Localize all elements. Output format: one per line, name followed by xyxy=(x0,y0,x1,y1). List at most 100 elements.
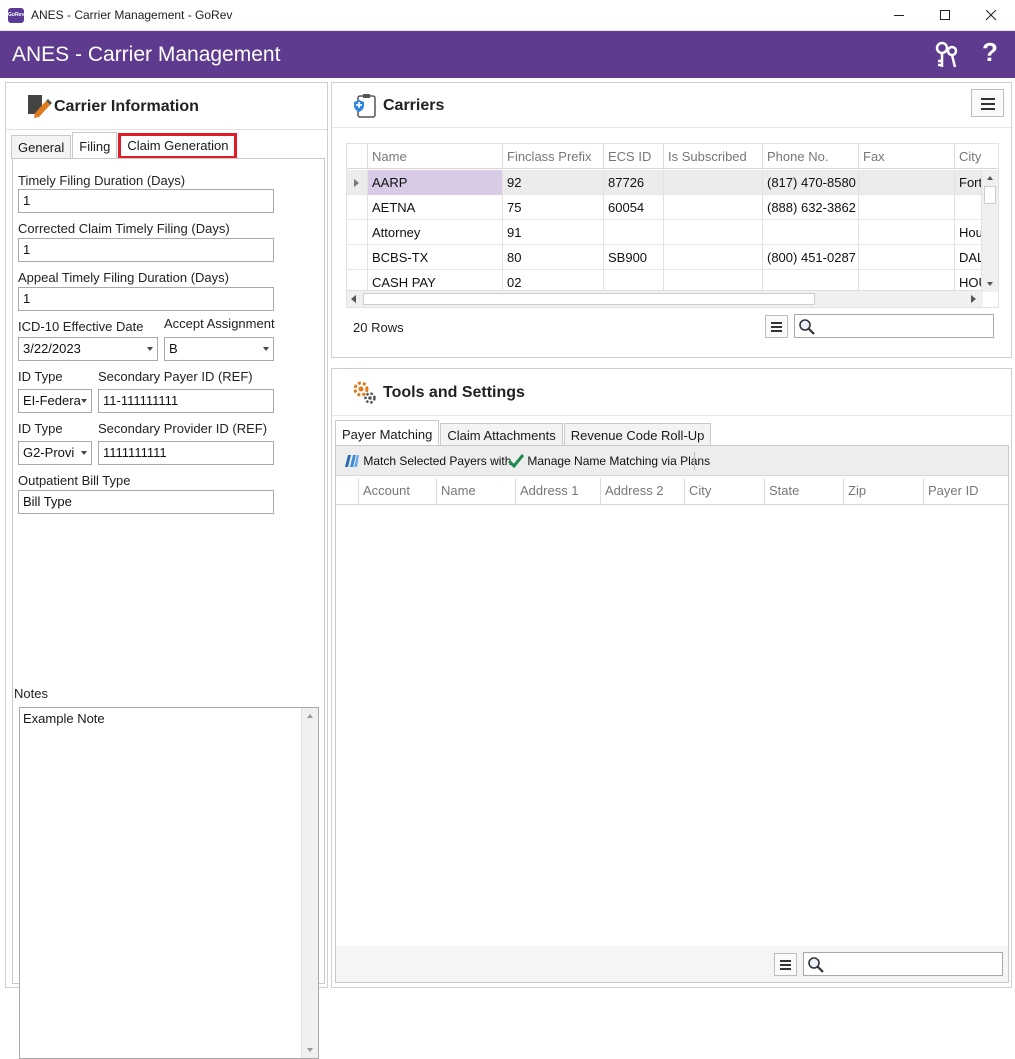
arrow-down-icon xyxy=(307,1048,313,1052)
cell-is-subscribed[interactable] xyxy=(663,245,762,270)
cell-ecs-id[interactable]: 60054 xyxy=(603,195,663,220)
scroll-down-button[interactable] xyxy=(982,276,998,292)
carriers-horizontal-scrollbar[interactable] xyxy=(347,290,983,307)
cell-finclass-prefix[interactable]: 75 xyxy=(502,195,603,220)
outpatient-bill-type-input[interactable]: Bill Type xyxy=(18,490,274,514)
arrow-left-icon[interactable] xyxy=(351,295,357,303)
arrow-right-icon[interactable] xyxy=(971,295,977,303)
column-header-name[interactable]: Name xyxy=(436,478,515,504)
minimize-button[interactable] xyxy=(876,0,922,31)
carriers-menu-button[interactable] xyxy=(971,89,1004,117)
manage-name-matching-button[interactable]: Manage Name Matching via Plans xyxy=(507,454,710,469)
cell-ecs-id[interactable]: 87726 xyxy=(603,170,663,195)
tab-revenue-code-rollup[interactable]: Revenue Code Roll-Up xyxy=(563,423,712,447)
cell-ecs-id[interactable] xyxy=(603,220,663,245)
id-type-value-2: G2-Provi xyxy=(23,445,75,460)
column-header-zip[interactable]: Zip xyxy=(843,478,923,504)
minimize-icon xyxy=(894,15,904,16)
notes-scrollbar[interactable] xyxy=(301,708,318,1058)
column-header-is-subscribed[interactable]: Is Subscribed xyxy=(663,144,762,169)
scroll-thumb[interactable] xyxy=(984,186,996,204)
tab-claim-attachments[interactable]: Claim Attachments xyxy=(440,423,563,447)
cell-is-subscribed[interactable] xyxy=(663,220,762,245)
tab-claim-generation[interactable]: Claim Generation xyxy=(118,133,238,159)
gorev-app-icon: GoRev xyxy=(8,8,24,23)
help-button[interactable]: ? xyxy=(982,37,998,68)
cell-name[interactable]: AETNA xyxy=(367,195,502,220)
table-row[interactable]: AETNA 75 60054 (888) 632-3862 xyxy=(347,195,983,220)
scroll-up-button[interactable] xyxy=(982,170,998,186)
cell-phone[interactable] xyxy=(762,220,858,245)
cell-name[interactable]: BCBS-TX xyxy=(367,245,502,270)
medical-clipboard-icon xyxy=(354,94,376,118)
corrected-claim-label: Corrected Claim Timely Filing (Days) xyxy=(18,221,230,236)
cell-is-subscribed[interactable] xyxy=(663,170,762,195)
id-type-select-2[interactable]: G2-Provi xyxy=(18,441,92,465)
close-button[interactable] xyxy=(968,0,1014,31)
secondary-provider-id-input[interactable]: 1111111111 xyxy=(98,441,274,465)
table-row[interactable]: AARP 92 87726 (817) 470-8580 Fort xyxy=(347,170,983,195)
carriers-grid-options-button[interactable] xyxy=(765,315,788,338)
cell-city[interactable]: Hou xyxy=(954,220,983,245)
column-header-city[interactable]: City xyxy=(684,478,764,504)
cell-is-subscribed[interactable] xyxy=(663,195,762,220)
column-header-name[interactable]: Name xyxy=(367,144,502,169)
cell-city[interactable] xyxy=(954,195,983,220)
cell-phone[interactable]: (800) 451-0287 xyxy=(762,245,858,270)
timely-filing-input[interactable]: 1 xyxy=(18,189,274,213)
carriers-title: Carriers xyxy=(383,97,445,114)
cell-finclass-prefix[interactable]: 92 xyxy=(502,170,603,195)
column-header-ecs-id[interactable]: ECS ID xyxy=(603,144,663,169)
payer-grid-options-button[interactable] xyxy=(774,953,797,976)
cell-fax[interactable] xyxy=(858,220,954,245)
scroll-down-button[interactable] xyxy=(302,1042,318,1058)
cell-fax[interactable] xyxy=(858,170,954,195)
cell-name[interactable]: Attorney xyxy=(367,220,502,245)
scroll-up-button[interactable] xyxy=(302,708,318,724)
column-header-state[interactable]: State xyxy=(764,478,843,504)
scroll-thumb[interactable] xyxy=(363,293,815,305)
carriers-grid: Name Finclass Prefix ECS ID Is Subscribe… xyxy=(346,143,999,308)
corrected-claim-input[interactable]: 1 xyxy=(18,238,274,262)
match-selected-payers-button[interactable]: Match Selected Payers with xyxy=(344,454,511,468)
tab-payer-matching[interactable]: Payer Matching xyxy=(335,420,440,447)
chevron-down-icon xyxy=(147,347,153,351)
cell-name[interactable]: AARP xyxy=(367,170,502,195)
carriers-vertical-scrollbar[interactable] xyxy=(981,170,998,292)
table-row[interactable]: Attorney 91 Hou xyxy=(347,220,983,245)
cell-phone[interactable]: (817) 470-8580 xyxy=(762,170,858,195)
id-type-select[interactable]: EI-Federa xyxy=(18,389,92,413)
column-header-account[interactable]: Account xyxy=(358,478,436,504)
column-header-payer-id[interactable]: Payer ID xyxy=(923,478,1008,504)
table-row[interactable]: BCBS-TX 80 SB900 (800) 451-0287 DAL xyxy=(347,245,983,270)
column-header-address-1[interactable]: Address 1 xyxy=(515,478,600,504)
carriers-search-input[interactable] xyxy=(794,314,994,338)
secondary-payer-id-input[interactable]: 11-111111111 xyxy=(98,389,274,413)
menu-icon-line xyxy=(981,103,995,105)
cell-finclass-prefix[interactable]: 80 xyxy=(502,245,603,270)
payer-search-input[interactable] xyxy=(803,952,1003,976)
column-header-fax[interactable]: Fax xyxy=(858,144,954,169)
payer-matching-tab-content: Match Selected Payers with Manage Name M… xyxy=(335,445,1009,983)
cell-ecs-id[interactable]: SB900 xyxy=(603,245,663,270)
maximize-button[interactable] xyxy=(922,0,968,31)
column-header-phone-no[interactable]: Phone No. xyxy=(762,144,858,169)
cell-phone[interactable]: (888) 632-3862 xyxy=(762,195,858,220)
cell-city[interactable]: Fort xyxy=(954,170,983,195)
appeal-filing-input[interactable]: 1 xyxy=(18,287,274,311)
notes-textarea[interactable]: Example Note xyxy=(19,707,319,1059)
cell-fax[interactable] xyxy=(858,195,954,220)
cell-city[interactable]: DAL xyxy=(954,245,983,270)
cell-fax[interactable] xyxy=(858,245,954,270)
accept-assignment-select[interactable]: B xyxy=(164,337,274,361)
column-header-finclass-prefix[interactable]: Finclass Prefix xyxy=(502,144,603,169)
payer-matching-footer xyxy=(336,946,1008,982)
column-header-city[interactable]: City xyxy=(954,144,998,169)
column-header-address-2[interactable]: Address 2 xyxy=(600,478,684,504)
cell-finclass-prefix[interactable]: 91 xyxy=(502,220,603,245)
menu-icon-line xyxy=(981,108,995,110)
keys-button[interactable] xyxy=(934,41,960,69)
tab-general[interactable]: General xyxy=(11,135,72,159)
icd10-date-picker[interactable]: 3/22/2023 xyxy=(18,337,158,361)
tab-filing[interactable]: Filing xyxy=(72,132,118,159)
